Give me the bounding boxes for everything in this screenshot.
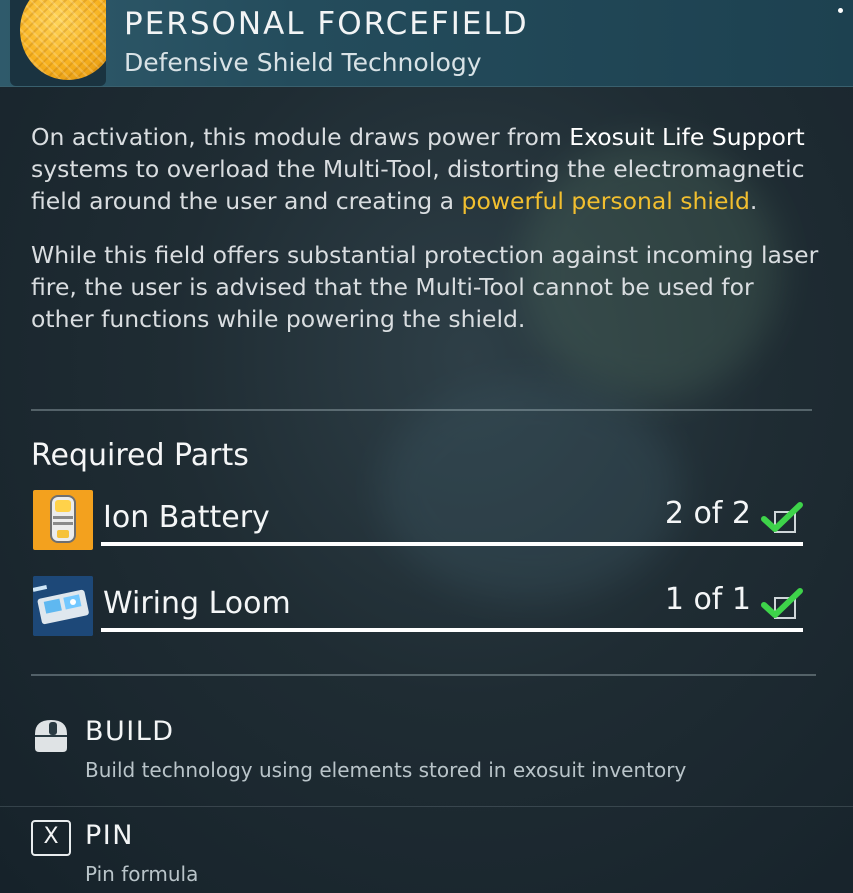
pin-description: Pin formula	[85, 862, 199, 886]
wiring-loom-icon	[33, 576, 93, 636]
mouse-icon	[35, 720, 67, 752]
progress-underline	[101, 628, 803, 632]
build-action[interactable]: BUILD Build technology using elements st…	[31, 716, 811, 786]
x-key-icon: X	[31, 820, 71, 856]
pin-action[interactable]: X PIN Pin formula	[31, 820, 811, 890]
page-subtitle: Defensive Shield Technology	[124, 48, 482, 77]
highlight-exosuit: Exosuit Life Support	[569, 123, 805, 151]
pin-label: PIN	[85, 820, 134, 851]
highlight-shield: powerful personal shield	[461, 187, 750, 215]
page-title: PERSONAL FORCEFIELD	[124, 6, 529, 42]
checkmark-icon	[761, 588, 803, 619]
technology-icon-frame	[10, 0, 106, 86]
description-paragraph-2: While this field offers substantial prot…	[31, 241, 819, 333]
header-banner: PERSONAL FORCEFIELD Defensive Shield Tec…	[0, 0, 853, 87]
ion-battery-icon	[33, 490, 93, 550]
description: On activation, this module draws power f…	[31, 121, 821, 357]
build-description: Build technology using elements stored i…	[85, 758, 687, 782]
description-paragraph-1: On activation, this module draws power f…	[31, 123, 805, 215]
divider	[0, 806, 853, 807]
part-name: Wiring Loom	[103, 586, 291, 621]
part-row-ion-battery[interactable]: Ion Battery 2 of 2	[33, 490, 803, 550]
part-name: Ion Battery	[103, 500, 270, 535]
divider	[31, 409, 812, 411]
divider	[31, 674, 816, 676]
golden-shield-orb-icon	[20, 0, 106, 80]
part-row-wiring-loom[interactable]: Wiring Loom 1 of 1	[33, 576, 803, 636]
part-count: 1 of 1	[664, 582, 751, 617]
checkmark-icon	[761, 502, 803, 533]
required-parts-heading: Required Parts	[31, 438, 249, 473]
status-dot	[838, 8, 843, 13]
part-count: 2 of 2	[664, 496, 751, 531]
build-label: BUILD	[85, 716, 175, 747]
progress-underline	[101, 542, 803, 546]
